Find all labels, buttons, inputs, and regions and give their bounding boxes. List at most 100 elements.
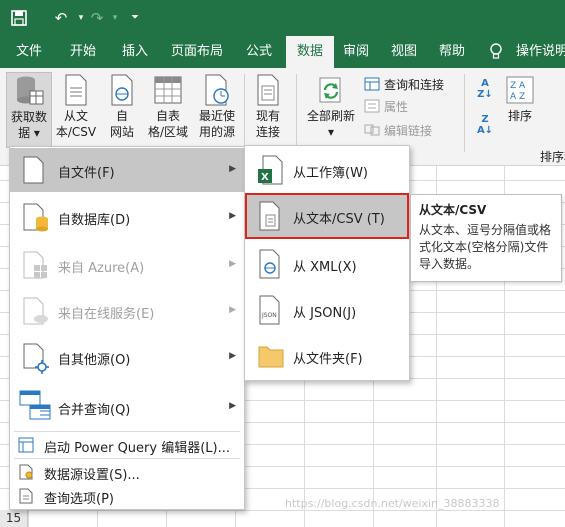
get-data-label-2: 据 ▾	[18, 126, 40, 140]
menu-item-from-file[interactable]: 自文件(F) ▶	[10, 148, 244, 192]
properties-button[interactable]: 属性	[364, 98, 408, 116]
tab-data[interactable]: 数据	[286, 36, 334, 68]
combine-queries-icon	[18, 389, 52, 427]
get-data-button[interactable]: 获取数 据 ▾	[6, 72, 52, 148]
connections-icon	[255, 74, 281, 106]
submenu-item-from-xml[interactable]: 从 XML(X)	[245, 241, 409, 287]
queries-connections-label: 查询和连接	[384, 78, 445, 92]
folder-icon	[257, 343, 285, 373]
refresh-icon	[316, 74, 346, 106]
tell-me-search[interactable]: 操作说明	[516, 36, 565, 68]
ribbon-separator	[464, 74, 465, 152]
file-icon	[22, 156, 46, 188]
tab-help[interactable]: 帮助	[432, 36, 472, 68]
from-table-range-button[interactable]: 自表 格/区域	[144, 74, 192, 140]
refresh-all-button[interactable]: 全部刷新 ▾	[302, 74, 360, 140]
submenu-arrow-icon: ▶	[229, 401, 236, 411]
text-file-icon	[257, 201, 283, 235]
from-table-label-1: 自表	[155, 109, 180, 123]
submenu-item-label: 从 JSON(J)	[293, 306, 357, 321]
tab-file[interactable]: 文件	[6, 36, 52, 68]
power-query-icon	[18, 437, 34, 457]
tab-home[interactable]: 开始	[60, 36, 106, 68]
title-bar: ↶ ▾ ↷ ▾ ⏷	[0, 0, 565, 36]
from-file-submenu: X 从工作簿(W) 从文本/CSV (T) 从 XML(X) JSON 从 JS…	[244, 145, 410, 381]
undo-icon[interactable]: ↶	[50, 7, 72, 29]
grid-line	[0, 510, 565, 511]
menu-item-from-online-services[interactable]: 来自在线服务(E) ▶	[10, 289, 244, 333]
get-data-menu: 自文件(F) ▶ 自数据库(D) ▶ 来自 Azure(A) ▶ 来自在线服务(…	[9, 146, 245, 510]
ribbon-separator	[244, 74, 245, 152]
from-web-button[interactable]: 自 网站	[102, 74, 142, 140]
tab-view[interactable]: 视图	[384, 36, 424, 68]
tab-page-layout[interactable]: 页面布局	[164, 36, 230, 68]
menu-item-label: 合并查询(Q)	[58, 403, 131, 418]
submenu-item-from-workbook[interactable]: X 从工作簿(W)	[245, 147, 409, 193]
svg-text:X: X	[261, 172, 269, 183]
properties-icon	[364, 99, 380, 113]
existing-conn-label-2: 连接	[255, 125, 280, 139]
tab-insert[interactable]: 插入	[112, 36, 158, 68]
from-text-label-1: 从文	[63, 109, 88, 123]
menu-item-data-source-settings[interactable]: 数据源设置(S)...	[10, 461, 244, 483]
queries-icon	[364, 77, 380, 91]
menu-item-label: 自文件(F)	[58, 166, 115, 181]
properties-label: 属性	[384, 100, 409, 114]
sort-filter-group-label: 排序和	[540, 150, 565, 164]
refresh-all-label: 全部刷新	[306, 109, 355, 123]
menu-item-from-other-sources[interactable]: 自其他源(O) ▶	[10, 335, 244, 379]
from-web-label-1: 自	[115, 109, 128, 123]
menu-item-label: 自数据库(D)	[58, 213, 131, 228]
edit-links-icon	[364, 123, 380, 137]
from-web-label-2: 网站	[109, 125, 134, 139]
sort-az-button[interactable]: A Z↓	[472, 78, 498, 100]
sort-az-icon: A Z↓	[477, 78, 493, 100]
sort-dialog-icon: Z AA Z	[506, 76, 534, 104]
recent-sources-label-1: 最近使	[198, 109, 235, 123]
redo-dropdown-icon[interactable]: ▾	[104, 7, 126, 29]
menu-separator	[14, 431, 240, 432]
queries-connections-button[interactable]: 查询和连接	[364, 76, 444, 94]
menu-item-from-azure[interactable]: 来自 Azure(A) ▶	[10, 243, 244, 287]
svg-text:JSON: JSON	[261, 312, 277, 319]
submenu-item-from-json[interactable]: JSON 从 JSON(J)	[245, 287, 409, 333]
settings-icon	[18, 464, 34, 484]
menu-item-label: 数据源设置(S)...	[44, 468, 140, 483]
tooltip-body: 从文本、逗号分隔值或格式化文本(空格分隔)文件导入数据。	[419, 223, 552, 271]
get-data-label-1: 获取数	[10, 110, 47, 124]
menu-item-query-options[interactable]: 查询选项(P)	[10, 485, 244, 507]
svg-text:A Z: A Z	[510, 92, 525, 102]
menu-item-label: 自其他源(O)	[58, 353, 131, 368]
recent-sources-button[interactable]: 最近使 用的源	[194, 74, 240, 140]
from-text-csv-button[interactable]: 从文 本/CSV	[54, 74, 98, 140]
menu-item-launch-power-query[interactable]: 启动 Power Query 编辑器(L)...	[10, 434, 244, 456]
submenu-item-label: 从 XML(X)	[293, 260, 357, 275]
sort-button[interactable]: Z AA Z 排序	[502, 76, 538, 124]
sort-za-button[interactable]: Z A↓	[472, 114, 498, 136]
submenu-item-label: 从文件夹(F)	[293, 352, 363, 367]
lightbulb-icon[interactable]	[486, 36, 506, 68]
existing-connections-button[interactable]: 现有 连接	[248, 74, 288, 140]
from-table-label-2: 格/区域	[147, 125, 189, 139]
submenu-arrow-icon: ▶	[229, 305, 236, 315]
customize-icon[interactable]: ⏷	[124, 7, 146, 29]
submenu-item-label: 从工作簿(W)	[293, 166, 368, 181]
edit-links-button[interactable]: 编辑链接	[364, 122, 432, 140]
tooltip-title: 从文本/CSV	[419, 203, 487, 217]
ribbon-separator	[296, 74, 297, 152]
recent-sources-label-2: 用的源	[198, 125, 235, 139]
submenu-item-from-folder[interactable]: 从文件夹(F)	[245, 333, 409, 379]
tooltip: 从文本/CSV 从文本、逗号分隔值或格式化文本(空格分隔)文件导入数据。	[410, 194, 562, 282]
text-file-icon	[63, 74, 89, 106]
row-header-15[interactable]: 15	[0, 510, 28, 527]
recent-clock-icon	[203, 74, 231, 106]
sort-za-icon: Z A↓	[476, 114, 494, 136]
watermark-text: https://blog.csdn.net/weixin_38883338	[285, 497, 500, 510]
save-icon[interactable]	[8, 7, 30, 29]
submenu-item-from-text-csv[interactable]: 从文本/CSV (T)	[245, 193, 409, 239]
menu-item-label: 启动 Power Query 编辑器(L)...	[44, 441, 230, 456]
tab-review[interactable]: 审阅	[336, 36, 376, 68]
tab-formulas[interactable]: 公式	[236, 36, 282, 68]
menu-item-from-database[interactable]: 自数据库(D) ▶	[10, 195, 244, 239]
menu-item-combine-queries[interactable]: 合并查询(Q) ▶	[10, 385, 244, 429]
